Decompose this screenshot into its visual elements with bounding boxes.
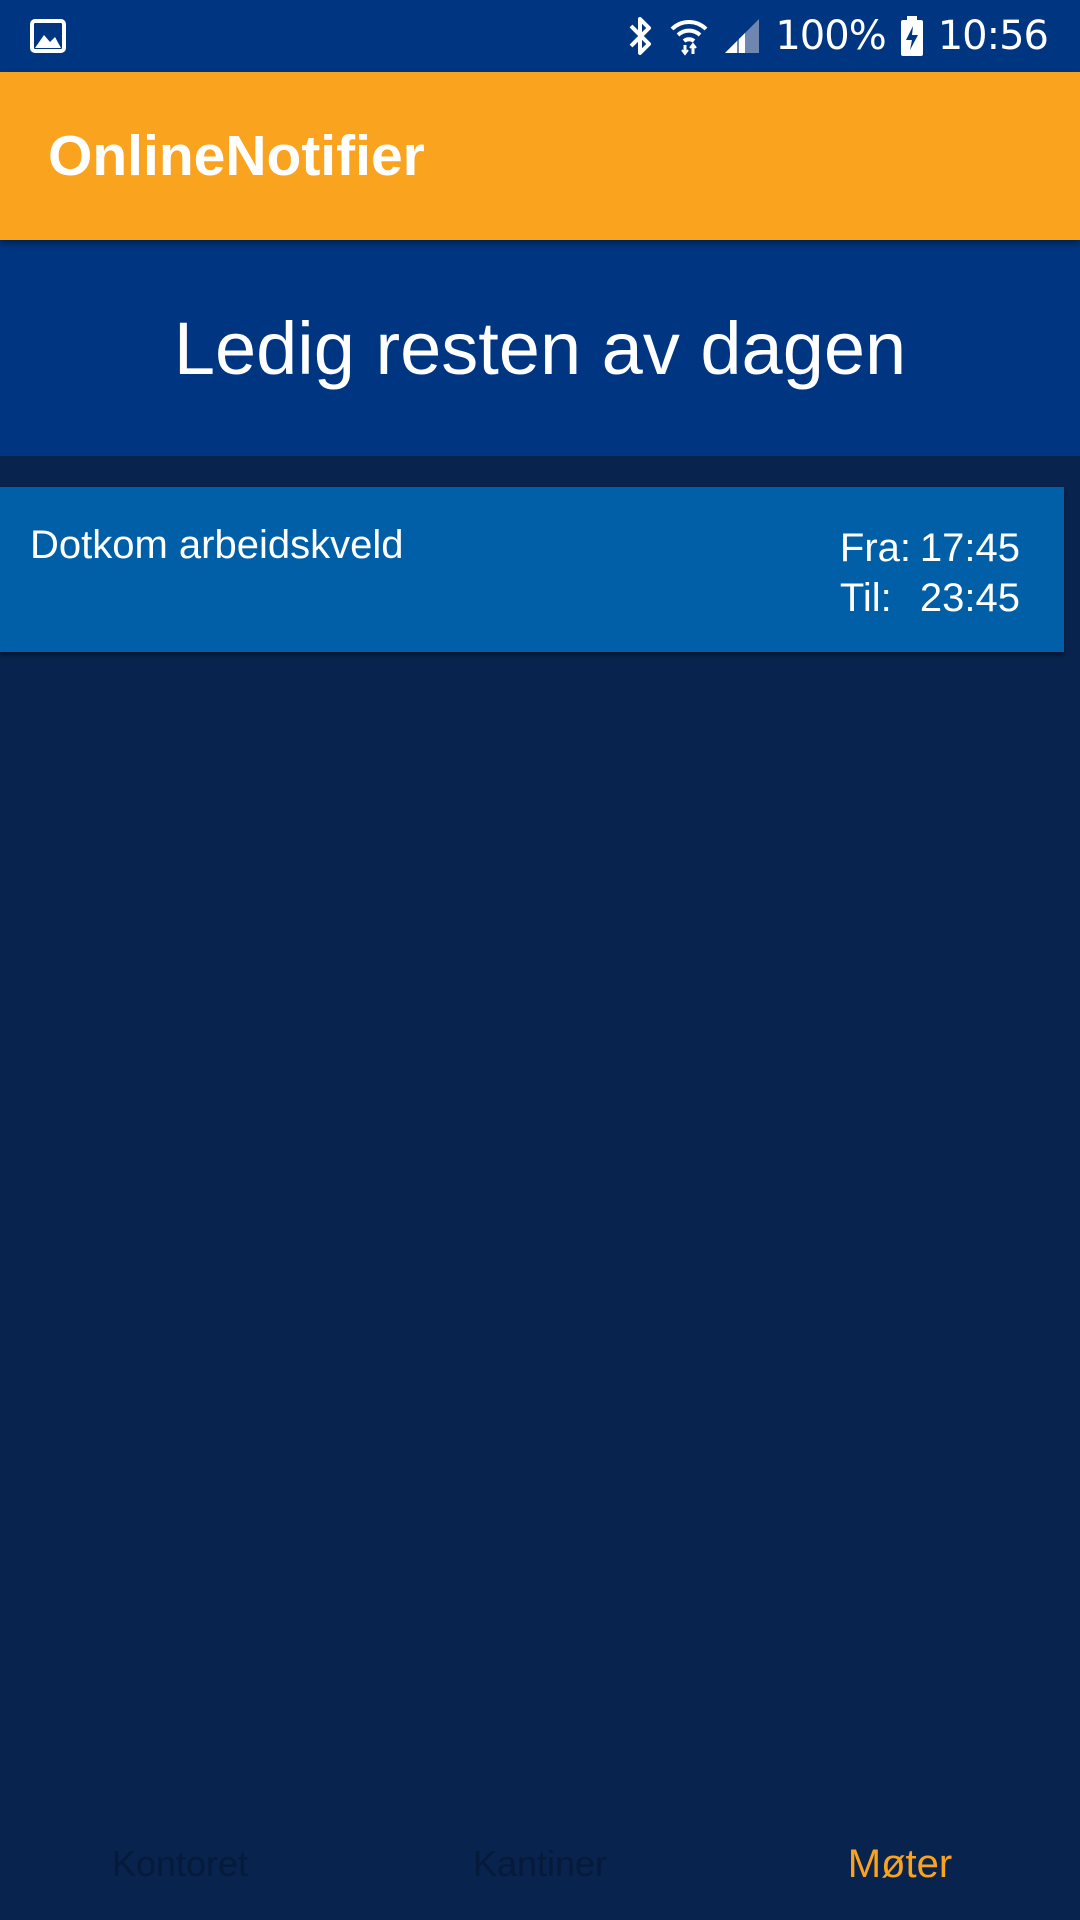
meeting-to-label: Til: <box>839 576 892 620</box>
availability-text: Ledig resten av dagen <box>173 306 907 390</box>
signal-icon <box>725 19 760 53</box>
bluetooth-icon <box>629 17 652 55</box>
wifi-icon <box>670 19 708 56</box>
availability-banner: Ledig resten av dagen <box>0 240 1080 456</box>
meeting-from-row: Fra: 17:45 <box>840 523 1020 573</box>
clock: 10:56 <box>937 13 1049 59</box>
tab-moter[interactable]: Møter <box>720 1808 1080 1920</box>
status-bar: 100% 10:56 <box>0 0 1080 72</box>
gallery-icon <box>30 19 66 53</box>
meeting-to-time: 23:45 <box>919 576 1020 620</box>
meeting-card[interactable]: Dotkom arbeidskveld Fra: 17:45 Til: 23:4… <box>0 487 1064 652</box>
battery-charging-icon <box>900 16 923 56</box>
app-title: OnlineNotifier <box>48 124 425 188</box>
tab-kantiner[interactable]: Kantiner <box>360 1808 720 1920</box>
app-bar: OnlineNotifier <box>0 72 1080 240</box>
meeting-to-row: Til: 23:45 <box>840 573 1020 623</box>
status-icons: 100% 10:56 <box>627 0 1049 72</box>
tab-kontoret[interactable]: Kontoret <box>0 1808 360 1920</box>
meeting-from-label: Fra: <box>839 526 912 570</box>
screen: 100% 10:56 OnlineNotifier Ledig resten a… <box>0 0 1080 1920</box>
meeting-from-time: 17:45 <box>919 526 1020 570</box>
meeting-times: Fra: 17:45 Til: 23:45 <box>840 523 1020 623</box>
meeting-title: Dotkom arbeidskveld <box>30 523 404 567</box>
battery-percent: 100% <box>775 13 886 59</box>
bottom-navigation: Kontoret Kantiner Møter <box>0 1808 1080 1920</box>
